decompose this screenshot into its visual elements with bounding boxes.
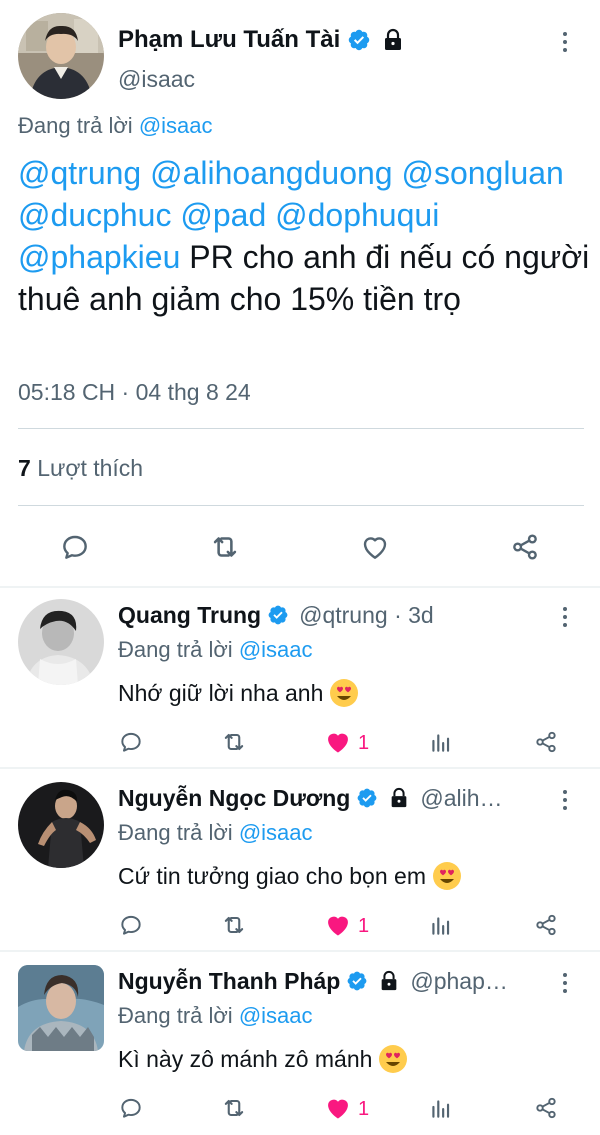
heart-eyes-emoji-icon (378, 1044, 408, 1074)
avatar[interactable] (18, 965, 104, 1051)
protected-lock-icon (381, 28, 405, 52)
share-icon[interactable] (505, 527, 545, 567)
author-line: Nguyễn Thanh Pháp @phap… (118, 966, 508, 996)
analytics-icon[interactable] (425, 909, 457, 941)
analytics-icon[interactable] (425, 1092, 457, 1124)
reply-icon[interactable] (115, 726, 147, 758)
retweet-icon[interactable] (218, 909, 250, 941)
replying-to: Đang trả lời @isaac (18, 113, 213, 139)
share-icon[interactable] (530, 909, 562, 941)
divider (18, 505, 584, 506)
retweet-icon[interactable] (205, 527, 245, 567)
replying-to-mention[interactable]: @isaac (239, 1003, 313, 1028)
replying-to-mention[interactable]: @isaac (239, 820, 313, 845)
heart-eyes-emoji-icon (329, 678, 359, 708)
retweet-icon[interactable] (218, 1092, 250, 1124)
like-count: 1 (358, 732, 370, 754)
replying-prefix: Đang trả lời (118, 637, 233, 662)
more-options-icon[interactable] (555, 602, 575, 632)
avatar[interactable] (18, 599, 104, 685)
reply-text-body: Cứ tin tưởng giao cho bọn em (118, 862, 426, 889)
reply-tweet[interactable]: Nguyễn Ngọc Dương @alih… Đang trả lời @i… (0, 769, 600, 949)
mention-link[interactable]: @songluan (401, 155, 563, 191)
author-line: Quang Trung @qtrung · 3d (118, 600, 434, 630)
share-icon[interactable] (530, 1092, 562, 1124)
reply-icon[interactable] (115, 909, 147, 941)
likes-summary[interactable]: 7 Lượt thích (18, 455, 143, 482)
more-options-icon[interactable] (555, 968, 575, 998)
author-line: Phạm Lưu Tuấn Tài (118, 24, 405, 56)
replying-to: Đang trả lời @isaac (118, 1003, 313, 1029)
main-tweet: Phạm Lưu Tuấn Tài @isaac Đang trả lời @i… (0, 0, 600, 590)
heart-eyes-emoji-icon (432, 861, 462, 891)
author-name[interactable]: Nguyễn Thanh Pháp (118, 968, 340, 995)
more-options-icon[interactable] (555, 785, 575, 815)
mention-link[interactable]: @dophuqui (275, 197, 439, 233)
reply-actions: 1 (0, 1092, 600, 1124)
reply-actions: 1 (0, 909, 600, 941)
author-name[interactable]: Quang Trung (118, 602, 261, 629)
mention-link[interactable]: @phapkieu (18, 239, 180, 275)
replying-prefix: Đang trả lời (18, 113, 133, 138)
tweet-actions (0, 527, 600, 567)
like-count: 1 (358, 1098, 370, 1120)
reply-icon[interactable] (115, 1092, 147, 1124)
retweet-icon[interactable] (218, 726, 250, 758)
like-count: 7 (18, 455, 31, 481)
mention-link[interactable]: @pad (180, 197, 266, 233)
reply-text: Nhớ giữ lời nha anh (118, 678, 359, 708)
like-count: 1 (358, 915, 370, 937)
replying-prefix: Đang trả lời (118, 820, 233, 845)
tweet-text: @qtrung @alihoangduong @songluan @ducphu… (18, 152, 593, 320)
handle-and-time[interactable]: @alih… (420, 785, 502, 812)
heart-icon[interactable] (355, 527, 395, 567)
verified-badge-icon (267, 604, 289, 626)
replying-prefix: Đang trả lời (118, 1003, 233, 1028)
reply-tweet[interactable]: Quang Trung @qtrung · 3d Đang trả lời @i… (0, 586, 600, 766)
like-label: Lượt thích (37, 455, 144, 481)
reply-actions: 1 (0, 726, 600, 758)
author-name[interactable]: Phạm Lưu Tuấn Tài (118, 26, 340, 54)
tweet-timestamp[interactable]: 05:18 CH · 04 thg 8 24 (18, 379, 251, 406)
heart-filled-icon[interactable] (322, 726, 354, 758)
mention-link[interactable]: @alihoangduong (150, 155, 392, 191)
verified-badge-icon (346, 970, 368, 992)
author-line: Nguyễn Ngọc Dương @alih… (118, 783, 503, 813)
author-name[interactable]: Nguyễn Ngọc Dương (118, 785, 350, 812)
protected-lock-icon (388, 787, 410, 809)
analytics-icon[interactable] (425, 726, 457, 758)
replying-to-mention[interactable]: @isaac (239, 637, 313, 662)
handle-and-time[interactable]: @qtrung · 3d (299, 602, 434, 629)
more-options-icon[interactable] (555, 27, 575, 57)
heart-filled-icon[interactable] (322, 909, 354, 941)
replying-to-mention[interactable]: @isaac (139, 113, 213, 138)
avatar[interactable] (18, 13, 104, 99)
reply-text-body: Kì này zô mánh zô mánh (118, 1045, 373, 1072)
verified-badge-icon (347, 28, 371, 52)
mention-link[interactable]: @ducphuc (18, 197, 171, 233)
avatar[interactable] (18, 782, 104, 868)
protected-lock-icon (378, 970, 400, 992)
replying-to: Đang trả lời @isaac (118, 637, 313, 663)
reply-tweet[interactable]: Nguyễn Thanh Pháp @phap… Đang trả lời @i… (0, 952, 600, 1132)
reply-text: Kì này zô mánh zô mánh (118, 1044, 408, 1074)
reply-icon[interactable] (55, 527, 95, 567)
divider (18, 428, 584, 429)
reply-text-body: Nhớ giữ lời nha anh (118, 679, 324, 706)
mention-link[interactable]: @qtrung (18, 155, 141, 191)
author-handle[interactable]: @isaac (118, 66, 195, 93)
verified-badge-icon (356, 787, 378, 809)
replying-to: Đang trả lời @isaac (118, 820, 313, 846)
share-icon[interactable] (530, 726, 562, 758)
heart-filled-icon[interactable] (322, 1092, 354, 1124)
reply-text: Cứ tin tưởng giao cho bọn em (118, 861, 462, 891)
handle-and-time[interactable]: @phap… (410, 968, 508, 995)
